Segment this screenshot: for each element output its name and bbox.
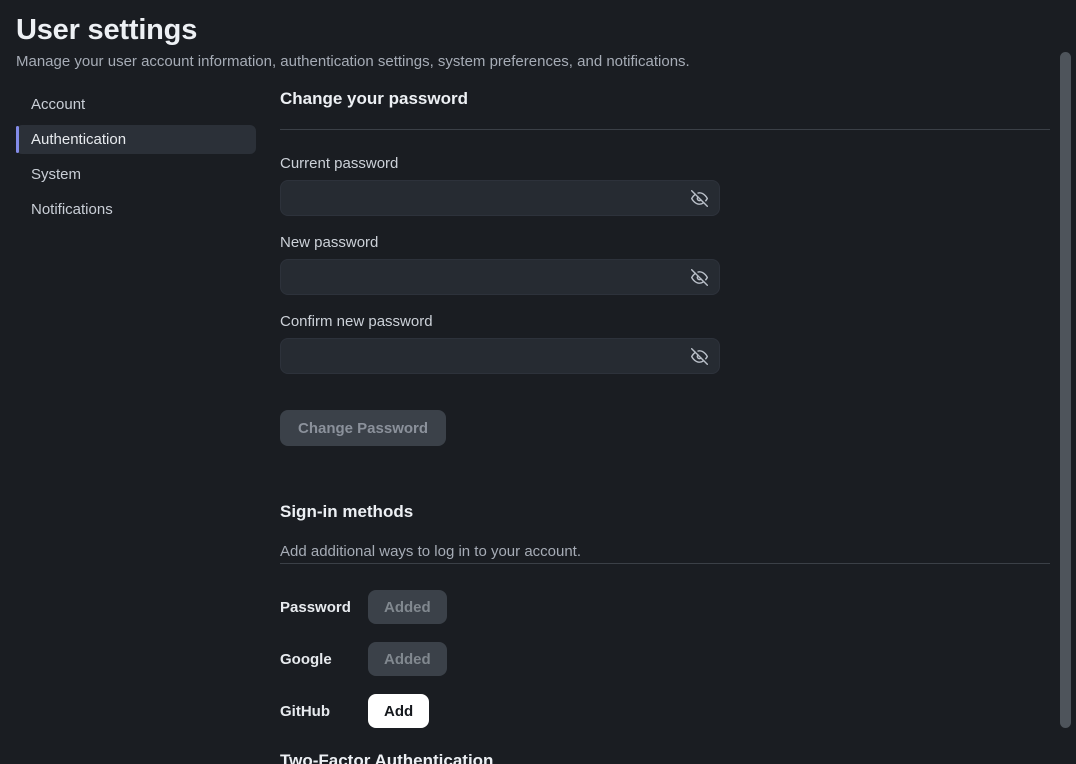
- method-row-github: GitHub Add: [280, 694, 1050, 728]
- method-label-google: Google: [280, 651, 368, 668]
- password-fields: Current password New p: [280, 156, 1050, 374]
- settings-content: Change your password Current password: [280, 90, 1050, 764]
- change-password-section: Change your password Current password: [280, 90, 1050, 446]
- confirm-password-input[interactable]: [280, 338, 720, 374]
- confirm-password-input-wrap: [280, 338, 720, 374]
- confirm-password-label: Confirm new password: [280, 314, 1050, 330]
- vertical-scrollbar-thumb[interactable]: [1060, 52, 1071, 728]
- sidebar-item-notifications[interactable]: Notifications: [16, 195, 256, 224]
- settings-layout: Account Authentication System Notificati…: [0, 90, 1076, 764]
- eye-off-icon: [691, 190, 708, 207]
- current-password-input[interactable]: [280, 180, 720, 216]
- new-password-field: New password: [280, 235, 1050, 295]
- new-password-input[interactable]: [280, 259, 720, 295]
- new-password-label: New password: [280, 235, 1050, 251]
- section-divider: [280, 129, 1050, 130]
- method-label-github: GitHub: [280, 703, 368, 720]
- change-password-button[interactable]: Change Password: [280, 410, 446, 446]
- signin-methods-list: Password Added Google Added GitHub Add: [280, 590, 1050, 728]
- eye-off-icon: [691, 348, 708, 365]
- page-header: User settings Manage your user account i…: [0, 0, 1076, 70]
- signin-methods-description: Add additional ways to log in to your ac…: [280, 544, 1050, 564]
- active-tab-indicator: [16, 126, 19, 153]
- page-subtitle: Manage your user account information, au…: [16, 54, 1060, 70]
- sidebar-item-authentication[interactable]: Authentication: [16, 125, 256, 154]
- sidebar-item-label: Authentication: [31, 131, 126, 148]
- confirm-password-field: Confirm new password: [280, 314, 1050, 374]
- eye-off-icon: [691, 269, 708, 286]
- toggle-new-password-visibility-button[interactable]: [686, 264, 712, 290]
- sidebar-item-label: System: [31, 166, 81, 183]
- sidebar-item-system[interactable]: System: [16, 160, 256, 189]
- method-added-button-password: Added: [368, 590, 447, 624]
- current-password-field: Current password: [280, 156, 1050, 216]
- method-added-button-google: Added: [368, 642, 447, 676]
- method-add-button-github[interactable]: Add: [368, 694, 429, 728]
- two-factor-heading: Two-Factor Authentication: [280, 752, 1050, 764]
- signin-methods-section: Sign-in methods Add additional ways to l…: [280, 503, 1050, 728]
- settings-sidebar: Account Authentication System Notificati…: [16, 90, 256, 764]
- method-label-password: Password: [280, 599, 368, 616]
- current-password-input-wrap: [280, 180, 720, 216]
- method-row-password: Password Added: [280, 590, 1050, 624]
- method-row-google: Google Added: [280, 642, 1050, 676]
- two-factor-section: Two-Factor Authentication: [280, 752, 1050, 764]
- sidebar-item-account[interactable]: Account: [16, 90, 256, 119]
- page-title: User settings: [16, 14, 1060, 46]
- user-settings-page: User settings Manage your user account i…: [0, 0, 1076, 764]
- sidebar-item-label: Account: [31, 96, 85, 113]
- sidebar-item-label: Notifications: [31, 201, 113, 218]
- toggle-current-password-visibility-button[interactable]: [686, 185, 712, 211]
- change-password-heading: Change your password: [280, 90, 1050, 108]
- new-password-input-wrap: [280, 259, 720, 295]
- current-password-label: Current password: [280, 156, 1050, 172]
- toggle-confirm-password-visibility-button[interactable]: [686, 343, 712, 369]
- signin-methods-heading: Sign-in methods: [280, 503, 1050, 521]
